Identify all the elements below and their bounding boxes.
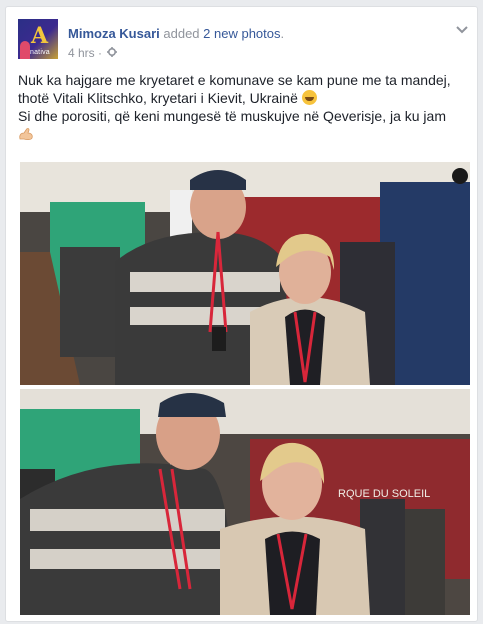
post-title: Mimoza Kusari added 2 new photos.: [68, 26, 284, 41]
meta-separator: ·: [98, 46, 103, 60]
post-text-line-4: [18, 125, 468, 143]
action-end: .: [280, 26, 285, 41]
avatar[interactable]: A nativa: [18, 19, 58, 59]
post-text-line-2: thotë Vitali Klitschko, kryetari i Kievi…: [18, 89, 468, 107]
avatar-subtext: nativa: [30, 49, 50, 56]
post-action: added 2 new photos.: [163, 26, 284, 41]
post-text-line-3: Si dhe porositi, që keni mungesë të musk…: [18, 108, 446, 124]
post-header: A nativa Mimoza Kusari added 2 new photo…: [18, 19, 468, 63]
post-meta: 4 hrs ·: [68, 46, 118, 60]
post-text-line-1: Nuk ka hajgare me kryetaret e komunave s…: [18, 72, 451, 88]
author-name-link[interactable]: Mimoza Kusari: [68, 26, 160, 41]
post-photo-1[interactable]: [20, 162, 470, 385]
post-text-line-2-text: thotë Vitali Klitschko, kryetari i Kievi…: [18, 90, 298, 106]
post-photo-2[interactable]: RQUE DU SOLEIL: [20, 389, 470, 615]
chevron-down-icon[interactable]: [454, 23, 470, 35]
feed-post: A nativa Mimoza Kusari added 2 new photo…: [5, 6, 478, 622]
flexed-biceps-icon: [18, 127, 34, 141]
gear-icon[interactable]: [107, 47, 118, 60]
avatar-letter: A: [31, 23, 49, 49]
grinning-face-icon: [301, 90, 317, 105]
post-body: Nuk ka hajgare me kryetaret e komunave s…: [18, 71, 468, 143]
photo2-sign: RQUE DU SOLEIL: [338, 488, 430, 500]
photos-link[interactable]: 2 new photos: [203, 26, 280, 41]
action-verb: added: [163, 26, 200, 41]
timestamp-link[interactable]: 4 hrs: [68, 46, 95, 60]
avatar-figure: [20, 41, 30, 59]
